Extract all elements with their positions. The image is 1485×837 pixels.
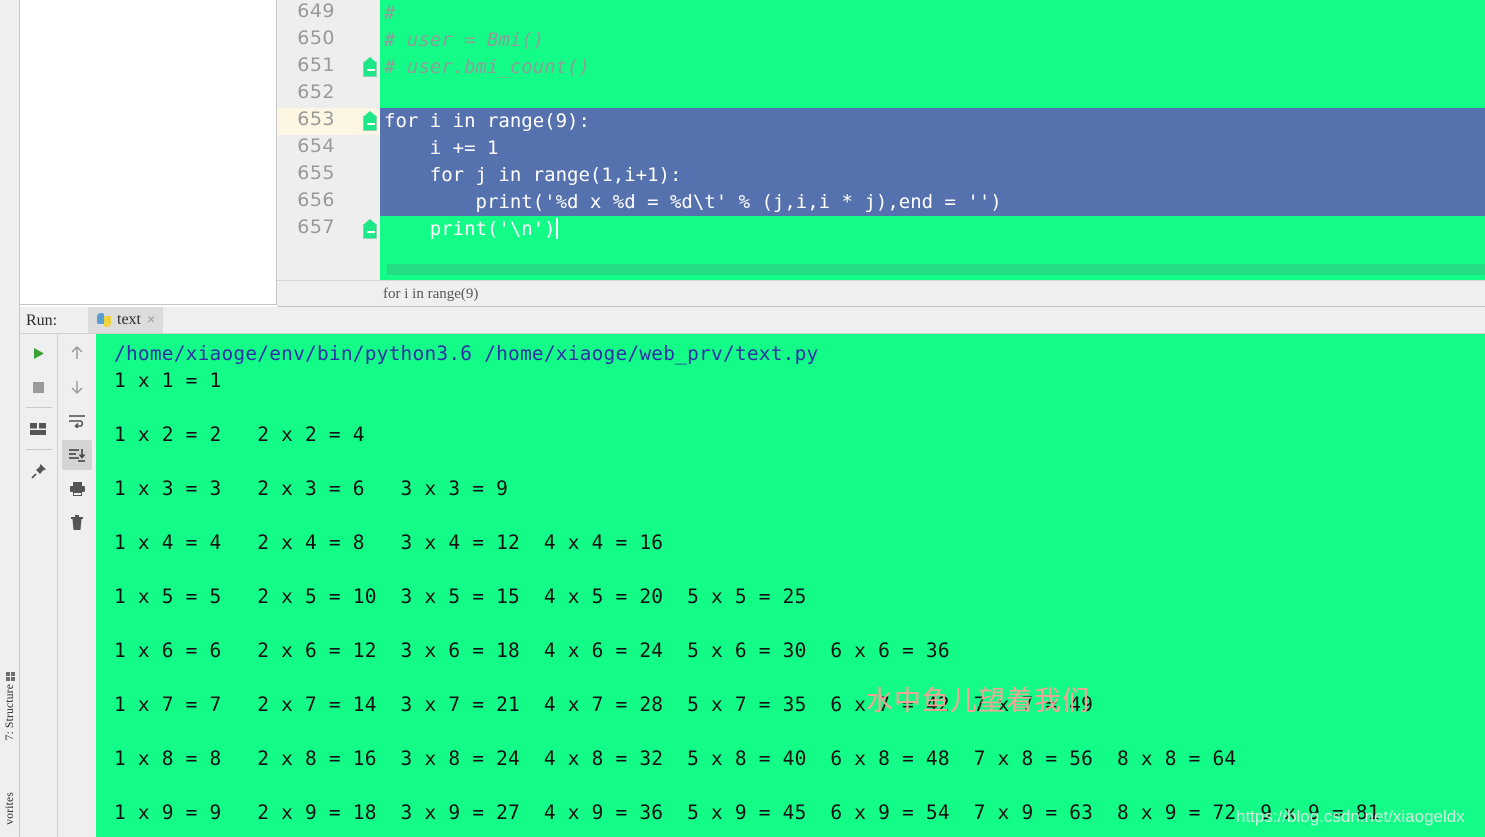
console-command-line: /home/xiaoge/env/bin/python3.6 /home/xia…: [114, 342, 819, 365]
run-panel-label: Run:: [26, 312, 58, 329]
console-output-line: 1 x 1 = 1: [114, 369, 222, 392]
pin-button[interactable]: [24, 456, 54, 486]
editor-hscrollbar-thumb[interactable]: [387, 264, 1485, 275]
line-number: 649: [297, 0, 335, 22]
grid-icon: [5, 672, 15, 681]
ide-window: 7: Structure vorites 649 650 651 652 653…: [0, 0, 1485, 837]
empty-side-panel: [20, 0, 277, 305]
run-toolbar-right-column: [58, 334, 96, 837]
text-caret: [555, 218, 558, 239]
code-editor[interactable]: 649 650 651 652 653 654 655 656 657 # # …: [277, 0, 1485, 307]
console-output-line: 1 x 9 = 9 2 x 9 = 18 3 x 9 = 27 4 x 9 = …: [114, 801, 1380, 824]
console-output-line: 1 x 3 = 3 2 x 3 = 6 3 x 3 = 9: [114, 477, 509, 500]
play-icon: [34, 347, 44, 359]
sidebar-item-structure[interactable]: 7: Structure: [0, 672, 20, 740]
down-button[interactable]: [62, 372, 92, 402]
arrow-up-icon: [71, 345, 83, 359]
code-line[interactable]: #: [380, 0, 395, 27]
structure-tool-label: 7: Structure: [4, 684, 16, 741]
fold-marker-icon[interactable]: [363, 111, 377, 131]
code-line[interactable]: # user = Bmi(): [380, 27, 544, 54]
line-number: 652: [297, 81, 335, 103]
toolbar-divider: [25, 407, 52, 408]
line-number: 653: [297, 108, 335, 130]
clear-button[interactable]: [62, 508, 92, 538]
run-console-output[interactable]: /home/xiaoge/env/bin/python3.6 /home/xia…: [96, 334, 1485, 837]
line-number: 655: [297, 162, 335, 184]
soft-wrap-button[interactable]: [62, 406, 92, 436]
run-tab-text[interactable]: text ×: [88, 307, 164, 333]
console-output-line: 1 x 8 = 8 2 x 8 = 16 3 x 8 = 24 4 x 8 = …: [114, 747, 1237, 770]
run-tab-label: text: [117, 311, 141, 328]
soft-wrap-icon: [69, 415, 85, 428]
layout-button[interactable]: [24, 414, 54, 444]
code-line[interactable]: print('%d x %d = %d\t' % (j,i,i * j),end…: [380, 189, 1002, 216]
console-output-line: 1 x 2 = 2 2 x 2 = 4: [114, 423, 365, 446]
run-toolbar: [20, 334, 96, 837]
scroll-to-end-button[interactable]: [62, 440, 92, 470]
chinese-watermark: 水中鱼儿望着我们: [866, 686, 1090, 717]
left-tool-strip: 7: Structure vorites: [0, 0, 20, 837]
code-line[interactable]: for j in range(1,i+1):: [380, 162, 682, 189]
code-line[interactable]: # user.bmi_count(): [380, 54, 590, 81]
stop-button[interactable]: [24, 372, 54, 402]
print-button[interactable]: [62, 474, 92, 504]
run-panel: Run: text × /home/xiaoge/env/bin/python3…: [20, 307, 1485, 837]
line-number: 650: [297, 27, 335, 49]
breadcrumb[interactable]: for i in range(9): [277, 280, 1485, 307]
up-button[interactable]: [62, 338, 92, 368]
layout-icon: [30, 423, 46, 435]
console-output-line: 1 x 5 = 5 2 x 5 = 10 3 x 5 = 15 4 x 5 = …: [114, 585, 807, 608]
printer-icon: [69, 482, 85, 496]
editor-gutter[interactable]: 649 650 651 652 653 654 655 656 657: [277, 0, 380, 280]
url-watermark: https://blog.csdn.net/xiaogeldx: [1236, 807, 1465, 826]
code-line[interactable]: print('\n'): [380, 216, 558, 243]
code-text-area[interactable]: # # user = Bmi() # user.bmi_count() for …: [380, 0, 1485, 280]
fold-marker-icon[interactable]: [363, 57, 377, 77]
run-toolbar-left-column: [20, 334, 58, 837]
console-output-line: 1 x 4 = 4 2 x 4 = 8 3 x 4 = 12 4 x 4 = 1…: [114, 531, 664, 554]
line-number: 651: [297, 54, 335, 76]
python-icon: [97, 313, 111, 327]
code-line[interactable]: [380, 81, 384, 108]
stop-icon: [33, 381, 44, 393]
favorites-tool-label: vorites: [4, 792, 16, 825]
line-number: 656: [297, 189, 335, 211]
sidebar-item-favorites[interactable]: vorites: [0, 792, 20, 825]
toolbar-divider: [25, 449, 52, 450]
arrow-down-icon: [71, 381, 83, 395]
console-output-line: 1 x 6 = 6 2 x 6 = 12 3 x 6 = 18 4 x 6 = …: [114, 639, 950, 662]
line-number: 654: [297, 135, 335, 157]
code-line[interactable]: i += 1: [380, 135, 499, 162]
code-line[interactable]: for i in range(9):: [380, 108, 590, 135]
fold-marker-icon[interactable]: [363, 219, 377, 239]
scroll-end-icon: [69, 449, 86, 462]
trash-icon: [71, 515, 83, 530]
rerun-button[interactable]: [24, 338, 54, 368]
run-tab-bar: Run: text ×: [20, 307, 1485, 334]
editor-area: 649 650 651 652 653 654 655 656 657 # # …: [20, 0, 1485, 307]
line-number: 657: [297, 216, 335, 238]
close-icon[interactable]: ×: [147, 312, 155, 328]
pin-icon: [30, 464, 46, 479]
